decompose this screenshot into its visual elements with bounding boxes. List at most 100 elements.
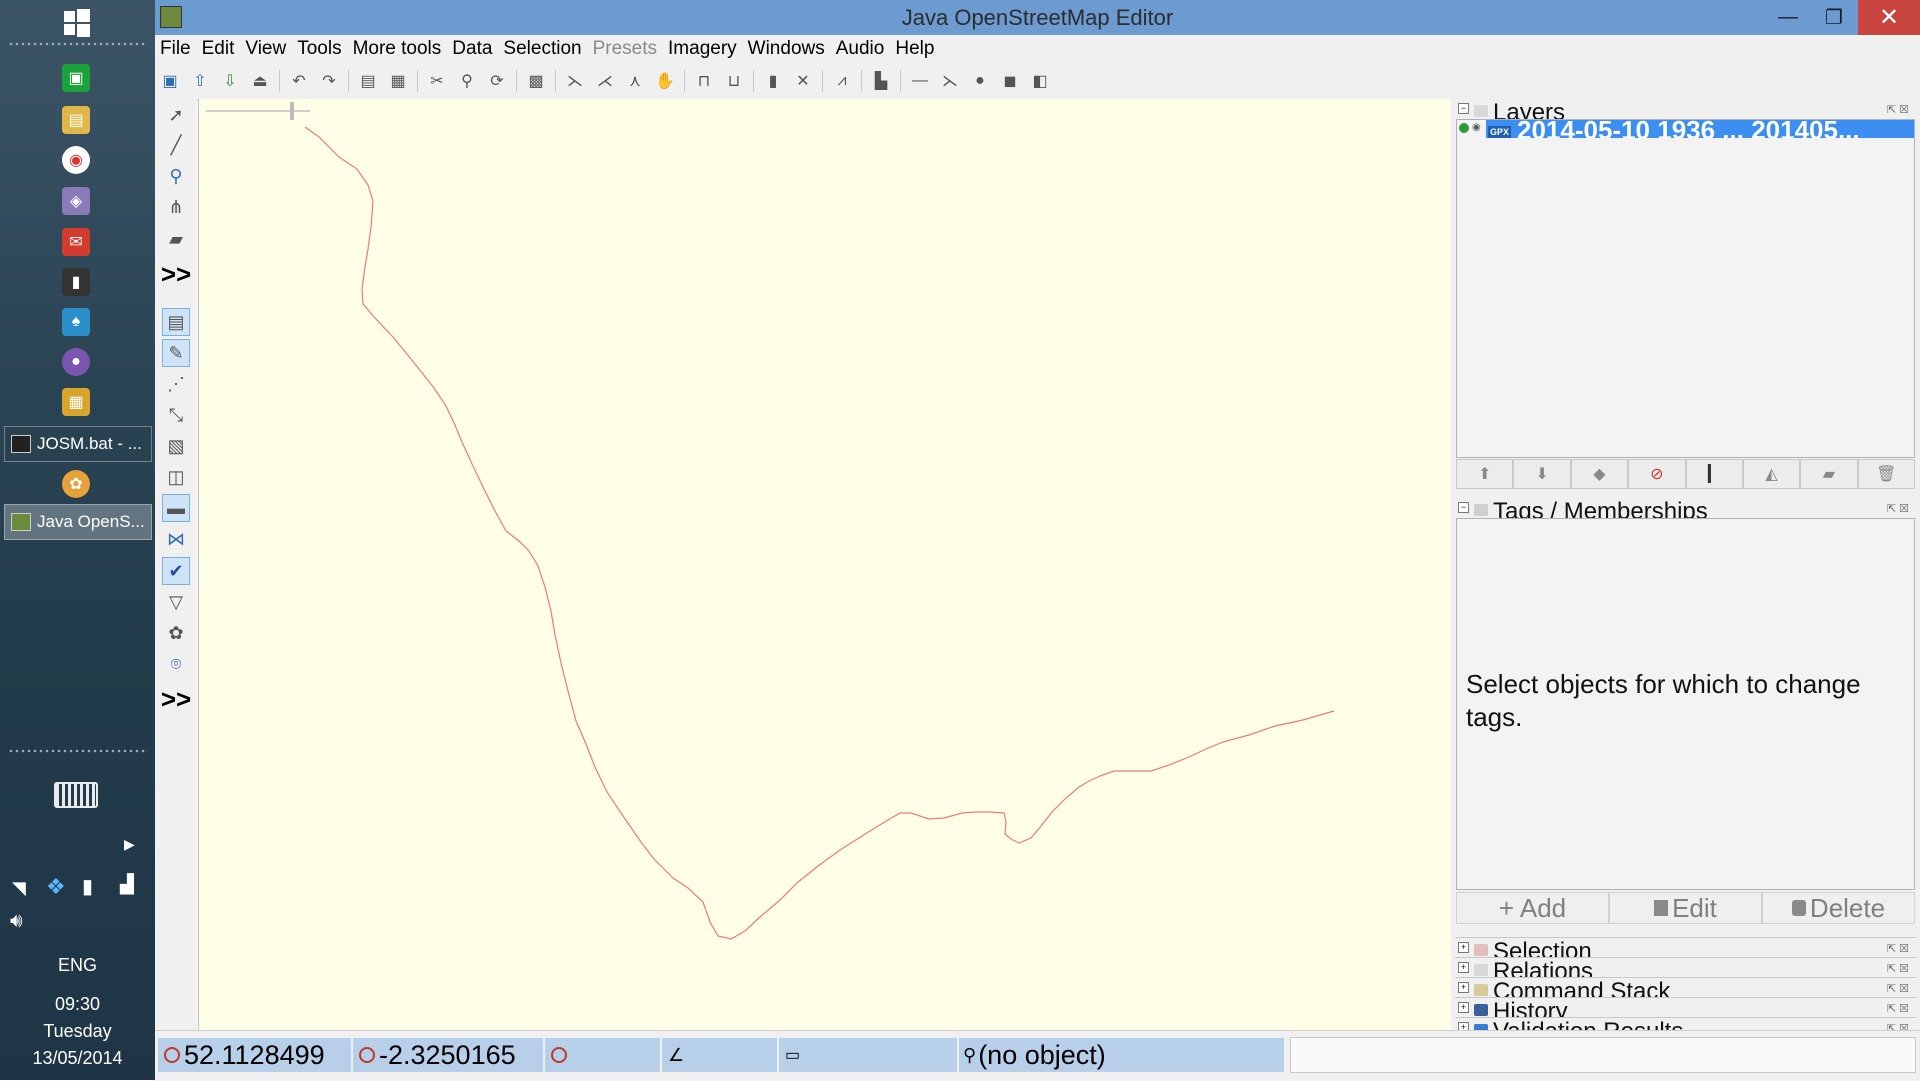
zoom-tool-icon[interactable]: ⚲ [162,162,190,190]
preferences-icon[interactable]: ▦ [387,70,409,92]
menu-more-tools[interactable]: More tools [348,38,448,60]
layer-eye-icon[interactable]: ◉ [1472,123,1482,133]
expand-toggle-icon[interactable]: + [1458,1002,1469,1013]
toggle-command-stack-icon[interactable]: ▧ [162,432,190,460]
app-icon[interactable]: ◈ [62,187,90,215]
move-icon[interactable]: ✋ [654,70,676,92]
tools-icon[interactable]: ▦ [62,388,90,416]
eclipse-icon[interactable]: ● [62,348,90,376]
menu-file[interactable]: File [155,38,197,60]
volume-icon[interactable]: 🔊︎ [10,910,23,933]
delete-tag-button[interactable]: Delete [1762,892,1915,924]
download-icon[interactable]: ⇩ [219,70,241,92]
toggle-validation-icon[interactable]: ✔ [162,557,190,585]
relations-panel-header[interactable]: + Relations ⇱☒ [1455,957,1916,978]
terminal-icon[interactable]: ▮ [62,268,90,296]
open-file-icon[interactable]: ▣ [159,70,181,92]
delete-icon[interactable]: ✕ [792,70,814,92]
history-panel-header[interactable]: + History ⇱☒ [1455,997,1916,1018]
toggle-selection-icon[interactable]: ⋰ [162,370,190,398]
menu-selection[interactable]: Selection [498,38,587,60]
expand-toggle-icon[interactable]: + [1458,962,1469,973]
layers-panel-header[interactable]: − Layers ⇱☒ [1455,99,1916,119]
tray-expand-icon[interactable]: ▶ [124,836,135,853]
command-stack-panel-header[interactable]: + Command Stack ⇱☒ [1455,977,1916,998]
combine-way-icon[interactable]: ✂ [426,70,448,92]
menu-edit[interactable]: Edit [197,38,241,60]
toggle-styles-icon[interactable]: ✿ [162,619,190,647]
keyboard-icon[interactable] [54,782,98,808]
align-line-icon[interactable]: ⋌ [594,70,616,92]
close-button[interactable]: ✕ [1858,0,1920,35]
move-up-icon[interactable]: ⬆ [1456,459,1514,489]
windows-start-icon[interactable] [62,8,92,38]
orthogonalize-icon[interactable]: ⋏ [624,70,646,92]
add-tag-button[interactable]: + Add [1456,892,1609,924]
duplicate-layer-icon[interactable]: ▰ [1800,459,1858,489]
toggle-minimap-icon[interactable]: ⌾ [162,650,190,678]
menu-tools[interactable]: Tools [292,38,347,60]
redo-icon[interactable]: ↷ [318,70,340,92]
tags-panel-header[interactable]: − Tags / Memberships ⇱☒ [1455,498,1916,518]
taskbar-window-josm-bat[interactable]: JOSM.bat - ... [4,426,152,462]
zoom-slider-knob[interactable] [290,102,294,120]
more-tools-bottom[interactable]: >> [157,684,195,715]
toggle-tags-icon[interactable]: ✎ [162,339,190,367]
toggle-history-icon[interactable]: ▬ [162,494,190,522]
folder-icon[interactable]: ▤ [62,106,90,134]
menu-windows[interactable]: Windows [743,38,831,60]
chrome-icon[interactable]: ◉ [62,146,90,174]
panel-controls-icon[interactable]: ⇱☒ [1887,502,1912,515]
network-icon[interactable]: ◥ [12,878,26,899]
info-icon[interactable]: ▮ [762,70,784,92]
expand-toggle-icon[interactable]: + [1458,942,1469,953]
imagery-icon[interactable]: ▩ [525,70,547,92]
menu-presets[interactable]: Presets [588,38,663,60]
restore-button[interactable]: ❐ [1811,0,1857,35]
merge-layer-icon[interactable]: ◭ [1742,459,1801,489]
opacity-icon[interactable]: ▎ [1685,459,1743,489]
validation-panel-header[interactable]: + Validation Results ⇱☒ [1455,1017,1916,1031]
terrain-icon[interactable]: ⩘ [831,70,853,92]
menu-imagery[interactable]: Imagery [663,38,743,60]
split-way-icon[interactable]: ⚲ [456,70,478,92]
layer-row-gpx[interactable]: GPX 2014-05-10 1936 ... 201405... [1486,120,1914,138]
elevation-icon[interactable]: ▙ [870,70,892,92]
tool-icon[interactable]: ⋋ [939,70,961,92]
parallel-tool-icon[interactable]: ▰ [162,225,190,253]
circle-icon[interactable]: ● [969,70,991,92]
refresh-icon[interactable]: ⟳ [486,70,508,92]
activate-layer-icon[interactable]: ◆ [1570,459,1629,489]
paint-icon[interactable]: ✿ [62,470,90,498]
vehicle-icon[interactable]: ⊓ [693,70,715,92]
selection-panel-header[interactable]: + Selection ⇱☒ [1455,937,1916,958]
move-down-icon[interactable]: ⬇ [1513,459,1571,489]
delete-layer-icon[interactable]: 🗑︎ [1857,459,1915,489]
minus-icon[interactable]: — [909,70,931,92]
copy-icon[interactable]: ▤ [357,70,379,92]
menu-data[interactable]: Data [447,38,498,60]
collapse-toggle-icon[interactable]: − [1458,502,1469,513]
panel-controls-icon[interactable]: ⇱☒ [1887,982,1912,995]
more-tools-top[interactable]: >> [157,259,195,290]
draw-tool-icon[interactable]: ╱ [162,131,190,159]
toggle-filter-icon[interactable]: ▽ [162,588,190,616]
save-icon[interactable]: ⇧ [189,70,211,92]
language-indicator[interactable]: ENG [0,955,155,976]
align-circle-icon[interactable]: ⋋ [564,70,586,92]
upload-icon[interactable]: ⏏ [249,70,271,92]
signal-icon[interactable]: ▟ [120,874,134,895]
bus-icon[interactable]: ⊔ [723,70,745,92]
minimize-button[interactable]: — [1765,0,1811,35]
expand-toggle-icon[interactable]: + [1458,982,1469,993]
toggle-author-icon[interactable]: ◫ [162,463,190,491]
select-tool-icon[interactable]: ➚ [162,101,190,129]
toggle-layers-icon[interactable]: ▤ [162,308,190,336]
improve-way-icon[interactable]: ⋔ [162,193,190,221]
map-view[interactable] [198,99,1452,1030]
undo-icon[interactable]: ↶ [288,70,310,92]
dropbox-icon[interactable]: ❖ [46,874,66,900]
menu-help[interactable]: Help [890,38,940,60]
panel-controls-icon[interactable]: ⇱☒ [1887,942,1912,955]
taskbar-window-josm[interactable]: Java OpenS... [4,504,152,540]
